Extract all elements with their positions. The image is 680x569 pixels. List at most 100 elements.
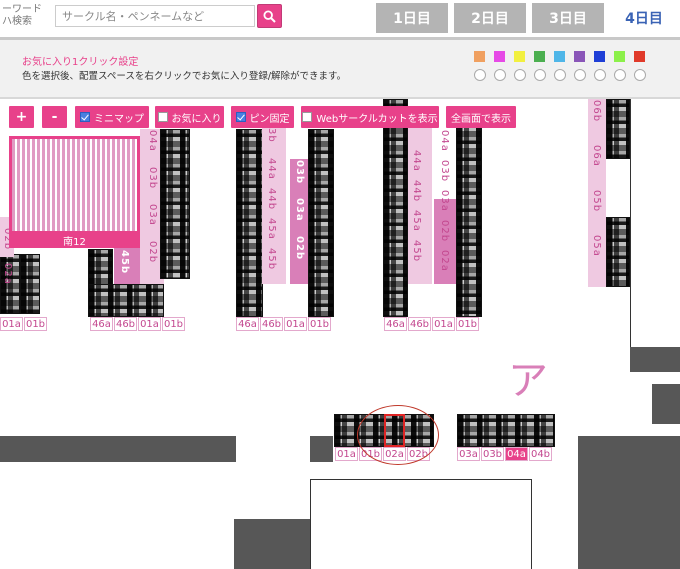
space-label[interactable]: 01a [0, 317, 23, 331]
zoom-out-button[interactable]: - [42, 106, 67, 128]
space-label-vertical[interactable]: 02a [2, 263, 13, 285]
color-swatch[interactable] [574, 51, 585, 62]
favorite-description: 色を選択後、配置スペースを右クリックでお気に入り登録/解除ができます。 [22, 71, 347, 82]
space-label[interactable]: 01b [308, 317, 331, 331]
space-label-vertical[interactable]: 03a [439, 190, 450, 212]
circle-space[interactable] [20, 254, 40, 314]
space-label-vertical[interactable]: 03b [294, 160, 305, 184]
zoom-in-button[interactable]: + [9, 106, 34, 128]
color-swatch[interactable] [514, 51, 525, 62]
keyword-label-line1: ーワード [2, 4, 42, 15]
space-label-vertical[interactable]: 06a [591, 145, 602, 167]
circle-space[interactable] [606, 217, 630, 287]
space-label[interactable]: 46a [236, 317, 259, 331]
space-label[interactable]: 03b [481, 447, 504, 461]
space-label[interactable]: 01a [138, 317, 161, 331]
tab-day3[interactable]: 3日目 [532, 3, 604, 33]
space-label-vertical[interactable]: 02a [439, 250, 450, 272]
minimap-label: 南12 [63, 237, 86, 248]
minimap-preview[interactable] [12, 139, 137, 231]
color-swatch[interactable] [554, 51, 565, 62]
minimap-checkbox[interactable] [80, 112, 90, 122]
color-swatch[interactable] [594, 51, 605, 62]
space-label[interactable]: 04b [529, 447, 552, 461]
highlight-circle [357, 405, 439, 465]
color-radio[interactable] [574, 69, 586, 81]
space-label-vertical[interactable]: 03b [439, 160, 450, 182]
space-label-vertical[interactable]: 02b [439, 220, 450, 242]
space-label[interactable]: 46a [90, 317, 113, 331]
color-radio[interactable] [554, 69, 566, 81]
color-radio[interactable] [634, 69, 646, 81]
space-label[interactable]: 01b [162, 317, 185, 331]
space-label-vertical[interactable]: 45b [411, 240, 422, 262]
color-radio[interactable] [614, 69, 626, 81]
circle-space[interactable] [383, 99, 408, 317]
search-button[interactable] [257, 4, 282, 28]
space-label-vertical[interactable]: 44b [266, 188, 277, 210]
space-label-vertical[interactable]: 45b [119, 250, 130, 274]
tab-day2[interactable]: 2日目 [454, 3, 526, 33]
web-cut-toggle-label: Webサークルカットを表示 [316, 113, 438, 125]
color-swatch[interactable] [494, 51, 505, 62]
space-label-vertical[interactable]: 04a [439, 130, 450, 152]
space-label-vertical[interactable]: 3b [266, 128, 277, 143]
space-label[interactable]: 04a [505, 447, 528, 461]
circle-space[interactable] [456, 119, 482, 317]
space-label-vertical[interactable]: 45b [266, 248, 277, 270]
space-label-vertical[interactable]: 44b [411, 180, 422, 202]
space-label[interactable]: 03a [457, 447, 480, 461]
minimap-toggle[interactable]: ミニマップ [75, 106, 149, 128]
space-label-vertical[interactable]: 44a [411, 150, 422, 172]
space-label-vertical[interactable]: 04a [147, 130, 158, 152]
space-label[interactable]: 01b [24, 317, 47, 331]
space-label-vertical[interactable]: 05b [591, 190, 602, 212]
space-label[interactable]: 01a [335, 447, 358, 461]
space-label[interactable]: 01a [284, 317, 307, 331]
tab-day4[interactable]: 4日目 [608, 3, 680, 33]
search-input[interactable] [55, 5, 255, 27]
favorites-toggle[interactable]: お気に入り [155, 106, 224, 128]
space-label[interactable]: 46b [114, 317, 137, 331]
space-label[interactable]: 46b [260, 317, 283, 331]
pin-checkbox[interactable] [235, 112, 246, 122]
space-label-vertical[interactable]: 03b [147, 167, 158, 189]
color-radio[interactable] [534, 69, 546, 81]
keyword-label-line2: ハ検索 [2, 16, 32, 27]
color-radio[interactable] [594, 69, 606, 81]
favorites-checkbox[interactable] [157, 112, 168, 122]
color-radio[interactable] [494, 69, 506, 81]
circle-space[interactable] [457, 414, 555, 447]
tab-day1[interactable]: 1日目 [376, 3, 448, 33]
space-label-vertical[interactable]: 02b [294, 236, 305, 260]
circle-space[interactable] [236, 129, 263, 317]
space-label-vertical[interactable]: 06b [591, 100, 602, 122]
pin-toggle[interactable]: ピン固定 [231, 106, 294, 128]
space-label-vertical[interactable]: 45a [266, 218, 277, 240]
space-label-vertical[interactable]: 44a [266, 158, 277, 180]
color-radio[interactable] [474, 69, 486, 81]
circle-space[interactable] [88, 284, 164, 317]
color-swatch[interactable] [474, 51, 485, 62]
color-radio[interactable] [514, 69, 526, 81]
circle-space[interactable] [308, 129, 334, 317]
hall-room [310, 479, 532, 569]
web-cut-checkbox[interactable] [302, 112, 313, 122]
space-label-vertical[interactable]: 05a [591, 235, 602, 257]
web-cut-toggle[interactable]: Webサークルカットを表示 [301, 106, 439, 128]
space-label[interactable]: 01a [432, 317, 455, 331]
space-label-vertical[interactable]: 03a [147, 204, 158, 226]
space-label-vertical[interactable]: 02b [147, 241, 158, 263]
circle-space[interactable] [160, 129, 190, 279]
space-label-vertical[interactable]: 03a [294, 198, 305, 222]
minimap[interactable]: 南12 [9, 136, 140, 248]
color-swatch[interactable] [534, 51, 545, 62]
fullscreen-button[interactable]: 全画面で表示 [446, 106, 516, 128]
space-label[interactable]: 46a [384, 317, 407, 331]
space-label-vertical[interactable]: 45a [411, 210, 422, 232]
space-label[interactable]: 46b [408, 317, 431, 331]
space-label[interactable]: 01b [456, 317, 479, 331]
color-swatch[interactable] [614, 51, 625, 62]
color-swatch[interactable] [634, 51, 645, 62]
circle-space[interactable] [606, 99, 630, 159]
